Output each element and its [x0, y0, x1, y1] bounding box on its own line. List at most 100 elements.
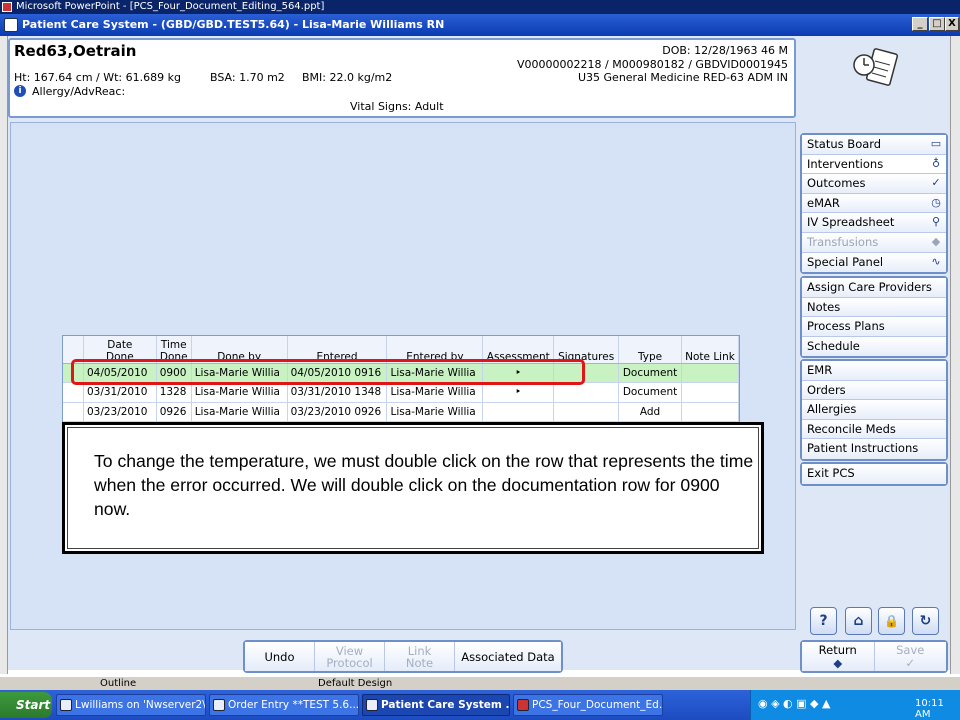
tray-icons[interactable]: ◉ ◈ ◐ ▣ ◆ ▲ — [758, 697, 830, 710]
ppt-outline-tab[interactable]: Outline — [100, 677, 136, 690]
bsa: BSA: 1.70 m2 — [210, 71, 285, 84]
ppt-right-margin — [950, 14, 960, 674]
patient-ids: V00000002218 / M000980182 / GBDVID000194… — [517, 58, 788, 71]
nav-allergies[interactable]: Allergies — [802, 400, 946, 420]
taskbar-item[interactable]: Lwilliams on 'Nwserver2\... — [56, 694, 206, 716]
undo-button[interactable]: Undo — [245, 642, 315, 671]
ppt-left-margin — [0, 14, 8, 674]
nav-interventions[interactable]: Interventions ♁ — [802, 154, 946, 175]
window-icon — [60, 699, 72, 711]
start-button[interactable]: Start — [0, 692, 52, 718]
patient-name: Red63,Oetrain — [14, 42, 137, 60]
nav-reconcile-meds[interactable]: Reconcile Meds — [802, 419, 946, 440]
row-selector[interactable] — [63, 402, 84, 422]
cell-entered: 03/31/2010 1348 — [287, 382, 388, 403]
nav-group-exit: Exit PCS — [800, 462, 948, 486]
pcs-title: Patient Care System - (GBD/GBD.TEST5.64)… — [22, 18, 445, 31]
refresh-icon[interactable]: ↻ — [912, 607, 939, 635]
minimize-button[interactable]: _ — [912, 17, 928, 31]
stethoscope-icon: ♁ — [931, 156, 941, 170]
cell-type: Document — [618, 382, 682, 403]
taskbar-item-active[interactable]: Patient Care System ... — [362, 694, 510, 716]
powerpoint-title: Microsoft PowerPoint - [PCS_Four_Documen… — [16, 1, 325, 12]
ppt-design-label: Default Design — [318, 678, 393, 689]
cell-note-link[interactable] — [681, 363, 740, 383]
patient-location: U35 General Medicine RED-63 ADM IN — [577, 71, 788, 84]
cell-note-link[interactable] — [681, 402, 740, 422]
return-arrow-icon: ◆ — [833, 656, 843, 670]
nav-iv-spreadsheet[interactable]: IV Spreadsheet ⚲ — [802, 213, 946, 233]
row-highlight-annotation — [71, 359, 585, 385]
nav-notes[interactable]: Notes — [802, 297, 946, 318]
pcs-title-bar: Patient Care System - (GBD/GBD.TEST5.64)… — [0, 14, 960, 36]
cell-note-link[interactable] — [681, 382, 740, 403]
save-button: Save ✓ — [874, 642, 946, 671]
window-icon — [366, 699, 378, 711]
cell-signatures — [553, 382, 620, 403]
view-protocol-button: View Protocol — [315, 642, 385, 671]
window-icon — [213, 699, 225, 711]
nav-emar[interactable]: eMAR ◷ — [802, 193, 946, 214]
cell-done-by: Lisa-Marie Willia — [191, 402, 288, 422]
nav-schedule[interactable]: Schedule — [802, 336, 946, 357]
nav-process-plans[interactable]: Process Plans — [802, 317, 946, 337]
nav-transfusions: Transfusions ◆ — [802, 232, 946, 253]
powerpoint-icon — [517, 699, 529, 711]
height-weight: Ht: 167.64 cm / Wt: 61.689 kg — [14, 71, 181, 84]
taskbar-item[interactable]: Order Entry **TEST 5.6... — [209, 694, 359, 716]
book-icon: ▭ — [930, 137, 942, 150]
patient-dob: DOB: 12/28/1963 46 M — [662, 44, 788, 57]
return-save-bar: Return ◆ Save ✓ — [800, 640, 948, 673]
cell-type: Add — [618, 402, 682, 422]
return-button[interactable]: Return ◆ — [802, 642, 875, 671]
iv-icon: ⚲ — [931, 215, 941, 229]
nav-group-care: Assign Care Providers Notes Process Plan… — [800, 276, 948, 359]
close-button[interactable]: X — [945, 17, 959, 31]
table-row[interactable]: 03/31/2010 1328 Lisa-Marie Willia 03/31/… — [63, 382, 740, 403]
pcs-app-icon — [4, 18, 18, 32]
lock-icon[interactable]: 🔒 — [878, 607, 905, 635]
save-check-icon: ✓ — [905, 656, 916, 670]
callout-text: To change the temperature, we must doubl… — [94, 451, 754, 519]
clock-doc-icon: ◷ — [931, 195, 941, 209]
nav-emr[interactable]: EMR — [802, 361, 946, 381]
nav-exit-pcs[interactable]: Exit PCS — [802, 464, 946, 484]
link-note-button: Link Note — [385, 642, 455, 671]
col-note-link[interactable]: Note Link — [681, 336, 740, 364]
help-icon[interactable]: ? — [810, 607, 837, 635]
checklist-icon: ✓ — [931, 176, 941, 190]
cell-assessment[interactable]: ‣ — [482, 382, 555, 403]
maximize-button[interactable]: □ — [929, 17, 945, 31]
info-icon[interactable]: i — [14, 85, 26, 97]
row-selector[interactable] — [63, 382, 84, 403]
nav-status-board[interactable]: Status Board ▭ — [802, 135, 946, 155]
nav-special-panel[interactable]: Special Panel ∿ — [802, 252, 946, 273]
cell-date: 03/31/2010 — [83, 382, 157, 403]
cell-entered-by: Lisa-Marie Willia — [386, 402, 484, 422]
cell-entered-by: Lisa-Marie Willia — [386, 382, 484, 403]
col-type[interactable]: Type — [618, 336, 682, 364]
nav-outcomes[interactable]: Outcomes ✓ — [802, 174, 946, 194]
pulse-icon: ∿ — [931, 254, 941, 268]
nav-assign-care-providers[interactable]: Assign Care Providers — [802, 278, 946, 298]
cell-entered: 03/23/2010 0926 — [287, 402, 388, 422]
table-row[interactable]: 03/23/2010 0926 Lisa-Marie Willia 03/23/… — [63, 402, 740, 422]
clipboard-clock-icon — [853, 48, 899, 86]
allergy-label: Allergy/AdvReac: — [32, 85, 126, 98]
cell-date: 03/23/2010 — [83, 402, 157, 422]
cell-time: 0926 — [156, 402, 192, 422]
section-title: Vital Signs: Adult — [350, 100, 444, 113]
taskbar-item[interactable]: PCS_Four_Document_Ed... — [513, 694, 663, 716]
associated-data-button[interactable]: Associated Data — [455, 642, 561, 671]
cell-done-by: Lisa-Marie Willia — [191, 382, 288, 403]
cell-assessment[interactable] — [482, 402, 555, 422]
cell-type: Document — [618, 363, 682, 383]
cell-time: 1328 — [156, 382, 192, 403]
home-search-icon[interactable]: ⌂ — [845, 607, 872, 635]
nav-orders[interactable]: Orders — [802, 380, 946, 401]
powerpoint-icon — [2, 2, 12, 12]
powerpoint-title-bar: Microsoft PowerPoint - [PCS_Four_Documen… — [0, 0, 960, 14]
nav-group-records: EMR Orders Allergies Reconcile Meds Pati… — [800, 359, 948, 461]
clock: 10:11 AM — [915, 698, 944, 720]
nav-patient-instructions[interactable]: Patient Instructions — [802, 439, 946, 459]
